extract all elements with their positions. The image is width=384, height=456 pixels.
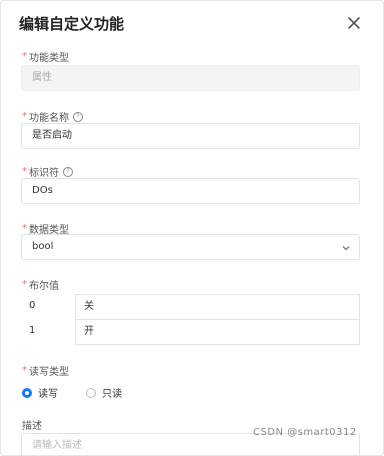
radio-dot-checked — [22, 387, 32, 398]
function-type-label: * 功能类型 — [22, 51, 69, 64]
dialog-title: 编辑自定义功能 — [19, 15, 125, 33]
required-mark: * — [22, 279, 27, 290]
rw-type-radio-group: 读写 只读 — [22, 385, 122, 400]
boolean-key: 1 — [29, 325, 36, 336]
boolean-text-input[interactable]: 开 — [75, 319, 360, 345]
identifier-label: * 标识符 ? — [22, 164, 73, 179]
help-icon[interactable]: ? — [73, 111, 83, 122]
function-type-field: 属性 — [21, 65, 360, 91]
chevron-down-icon — [342, 246, 350, 251]
boolean-text-input[interactable]: 关 — [75, 294, 360, 320]
required-mark: * — [22, 223, 27, 234]
data-type-select[interactable]: bool — [21, 234, 360, 260]
function-name-label: * 功能名称 ? — [22, 109, 83, 124]
boolean-value-label: * 布尔值 — [22, 279, 59, 292]
radio-read-write[interactable]: 读写 — [22, 385, 58, 400]
required-mark: * — [22, 166, 27, 177]
boolean-row: 0 关 — [21, 294, 360, 320]
watermark: CSDN @smart0312 — [253, 427, 357, 438]
radio-dot — [86, 387, 96, 398]
identifier-input[interactable]: DOs — [21, 178, 360, 204]
required-mark: * — [22, 51, 27, 62]
edit-custom-function-dialog: 编辑自定义功能 * 功能类型 属性 * 功能名称 ? 是否启动 * 标识符 ? … — [0, 0, 384, 456]
description-label: 描述 — [22, 421, 42, 432]
rw-type-label: * 读写类型 — [22, 365, 69, 378]
required-mark: * — [22, 111, 27, 122]
required-mark: * — [22, 365, 27, 376]
function-name-input[interactable]: 是否启动 — [21, 123, 360, 149]
boolean-key: 0 — [29, 300, 36, 311]
boolean-row: 1 开 — [21, 319, 360, 345]
close-icon[interactable] — [346, 15, 362, 31]
radio-read-only[interactable]: 只读 — [86, 385, 122, 400]
help-icon[interactable]: ? — [63, 166, 73, 177]
